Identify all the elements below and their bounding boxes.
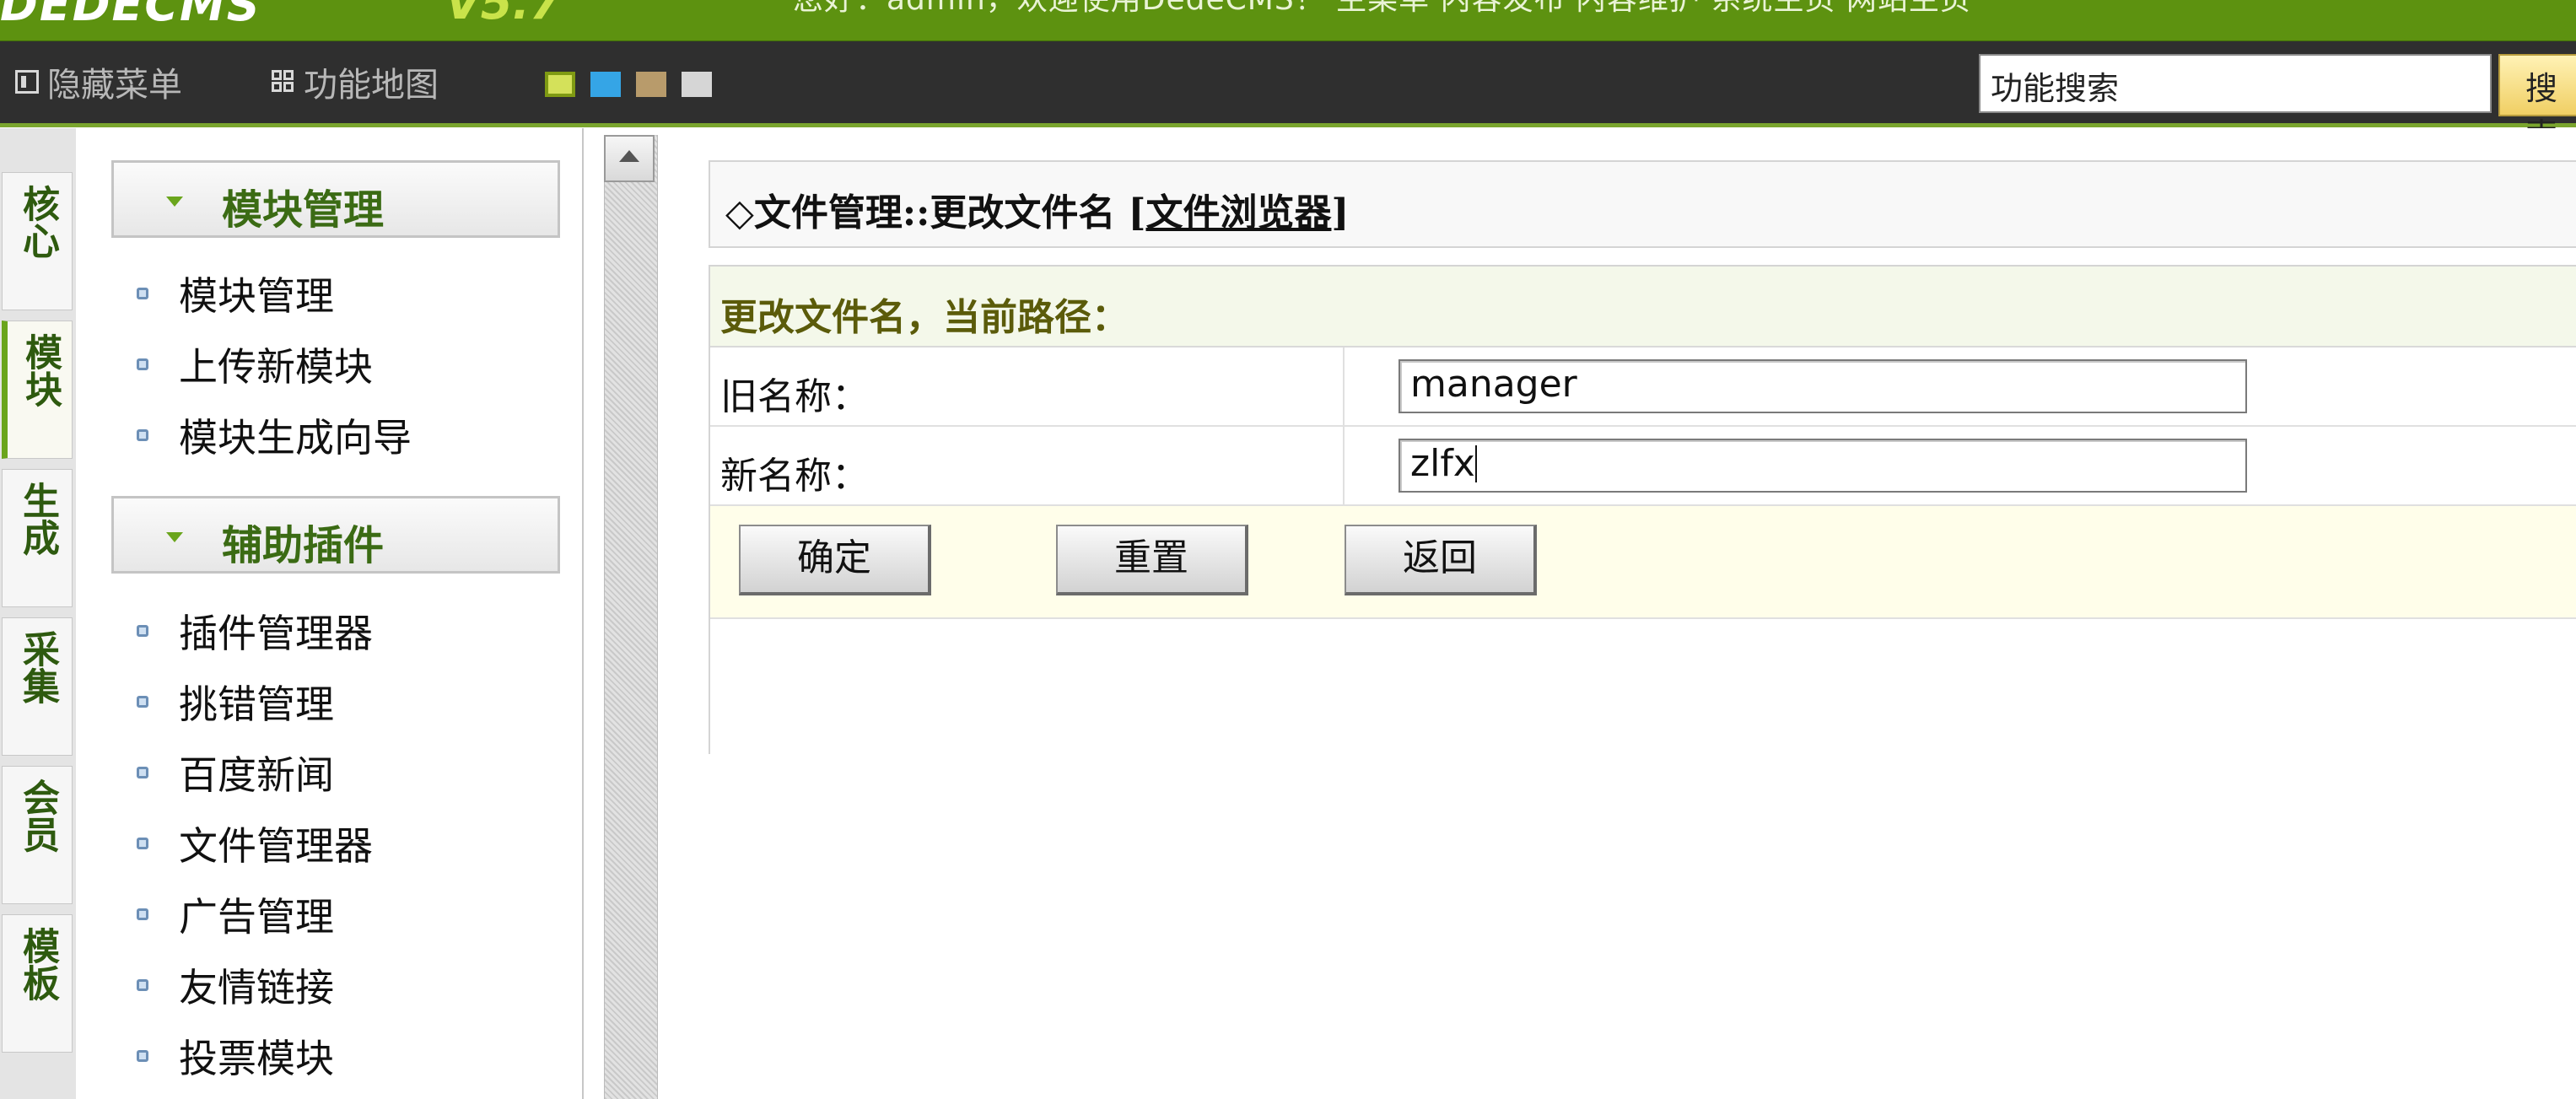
menu-item-label: 插件管理器 (179, 611, 373, 656)
new-name-field[interactable]: zlfx (1398, 439, 2247, 493)
bullet-icon (137, 625, 148, 637)
section-header-module-management[interactable]: 模块管理 (111, 160, 560, 238)
bullet-icon (137, 767, 148, 778)
skin-swatch-green[interactable] (545, 72, 575, 97)
chevron-down-icon (166, 532, 183, 542)
menu-item-label: 模块生成向导 (179, 415, 412, 461)
frame-splitter[interactable] (604, 135, 658, 1099)
bullet-icon (137, 358, 148, 370)
vertical-tab-bar: 核心 模块 生成 采集 会员 模板 (0, 128, 77, 1099)
old-name-label: 旧名称： (710, 347, 1345, 425)
menu-item-label: 模块管理 (179, 273, 334, 319)
hide-menu-label: 隐藏菜单 (47, 66, 182, 105)
bullet-icon (137, 908, 148, 920)
menu-item-module-wizard[interactable]: 模块生成向导 (137, 410, 412, 461)
grid-icon (272, 70, 295, 94)
button-row: 确定 重置 返回 (710, 506, 2576, 619)
tab-core[interactable]: 核心 (2, 172, 73, 310)
form-footer-area (710, 619, 2576, 754)
menu-item-upload-module[interactable]: 上传新模块 (137, 339, 373, 390)
section-header-plugins[interactable]: 辅助插件 (111, 496, 560, 574)
menu-item-plugin-manager[interactable]: 插件管理器 (137, 606, 373, 656)
page-title-text: ◇文件管理::更改文件名 [ (725, 191, 1146, 234)
chevron-down-icon (166, 197, 183, 207)
tab-collect[interactable]: 采集 (2, 617, 73, 756)
new-name-value: zlfx (1410, 442, 1475, 485)
panel-toggle-icon (15, 70, 39, 94)
site-map-button[interactable]: 功能地图 (272, 62, 439, 105)
form-header: 更改文件名，当前路径： (710, 267, 2576, 347)
menu-item-label: 投票模块 (179, 1036, 334, 1081)
menu-item-label: 百度新闻 (179, 752, 334, 798)
bullet-icon (137, 1050, 148, 1062)
hide-menu-button[interactable]: 隐藏菜单 (15, 62, 182, 105)
search-button[interactable]: 搜索 (2498, 54, 2576, 154)
menu-item-module-management[interactable]: 模块管理 (137, 268, 334, 319)
menu-item-error-report[interactable]: 挑错管理 (137, 676, 334, 727)
menu-item-label: 广告管理 (179, 894, 334, 940)
old-name-field[interactable]: manager (1398, 359, 2247, 413)
bullet-icon (137, 979, 148, 991)
tab-collect-label: 采集 (16, 630, 59, 704)
tab-module[interactable]: 模块 (2, 321, 73, 459)
page-title-suffix: ] (1331, 191, 1350, 234)
tab-core-label: 核心 (16, 185, 59, 259)
bullet-icon (137, 288, 148, 299)
old-name-row: 旧名称： manager (710, 347, 2576, 427)
site-map-label: 功能地图 (304, 66, 439, 105)
tab-member-label: 会员 (16, 778, 59, 853)
new-name-label: 新名称： (710, 427, 1345, 504)
confirm-button[interactable]: 确定 (739, 525, 931, 595)
banner-nav-text[interactable]: 您好：admin，欢迎使用DedeCMS！ 主菜单 内容发布 内容维护 系统主页… (793, 0, 1971, 17)
menu-item-label: 上传新模块 (179, 344, 373, 390)
bullet-icon (137, 429, 148, 441)
menu-item-label: 友情链接 (179, 965, 334, 1010)
skin-swatch-gray[interactable] (682, 72, 712, 97)
menu-item-label: 文件管理器 (179, 823, 373, 869)
menu-item-file-manager[interactable]: 文件管理器 (137, 818, 373, 869)
search-input[interactable]: 功能搜索 (1979, 54, 2492, 113)
text-cursor (1474, 445, 1477, 482)
tab-member[interactable]: 会员 (2, 766, 73, 904)
back-button[interactable]: 返回 (1345, 525, 1537, 595)
logo[interactable]: DEDECMS (0, 0, 261, 31)
logo-version: V5.7 (445, 0, 562, 30)
skin-swatch-brown[interactable] (636, 72, 666, 97)
tab-template[interactable]: 模板 (2, 914, 73, 1053)
scroll-up-arrow-icon[interactable] (604, 135, 655, 182)
rename-form: 更改文件名，当前路径： 旧名称： manager 新名称： zlfx 确定 重置… (709, 265, 2576, 754)
tab-generate-label: 生成 (16, 482, 59, 556)
tab-template-label: 模板 (16, 927, 59, 1001)
menu-item-baidu-news[interactable]: 百度新闻 (137, 747, 334, 798)
skin-swatch-blue[interactable] (590, 72, 621, 97)
new-name-row: 新名称： zlfx (710, 427, 2576, 506)
section-title: 辅助插件 (222, 522, 385, 569)
left-menu: 模块管理 模块管理 上传新模块 模块生成向导 辅助插件 插件管理器 挑错管理 百… (76, 128, 584, 1099)
top-banner: DEDECMS V5.7 您好：admin，欢迎使用DedeCMS！ 主菜单 内… (0, 0, 2576, 41)
file-browser-link[interactable]: 文件浏览器 (1145, 191, 1331, 234)
reset-button[interactable]: 重置 (1056, 525, 1248, 595)
bullet-icon (137, 696, 148, 708)
section-title: 模块管理 (222, 186, 385, 234)
tab-module-label: 模块 (19, 333, 62, 407)
menu-item-vote-module[interactable]: 投票模块 (137, 1031, 334, 1081)
menu-item-ad-manager[interactable]: 广告管理 (137, 889, 334, 940)
menu-item-label: 挑错管理 (179, 681, 334, 727)
menu-item-friend-links[interactable]: 友情链接 (137, 960, 334, 1010)
tab-generate[interactable]: 生成 (2, 469, 73, 607)
page-title: ◇文件管理::更改文件名 [文件浏览器] (709, 160, 2576, 248)
bullet-icon (137, 838, 148, 849)
main-content: ◇文件管理::更改文件名 [文件浏览器] 更改文件名，当前路径： 旧名称： ma… (658, 128, 2576, 1099)
